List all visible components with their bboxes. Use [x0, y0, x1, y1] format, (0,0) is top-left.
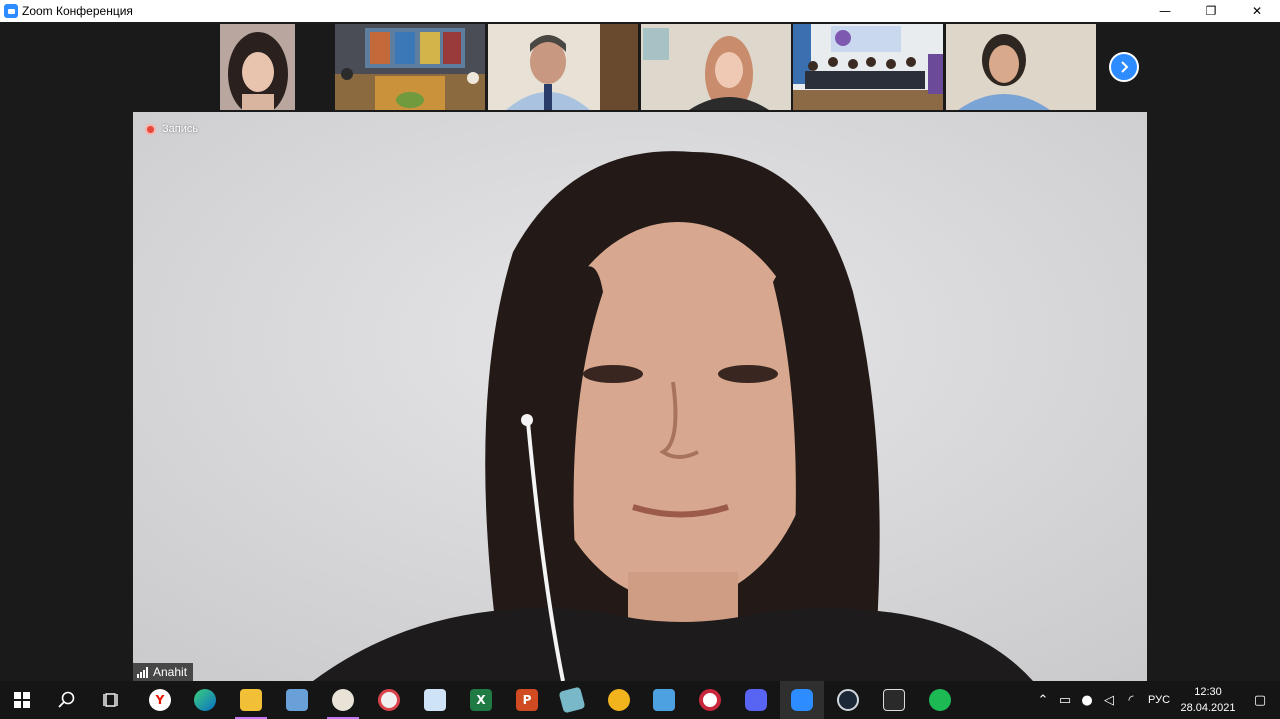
recording-dot-icon: [145, 123, 156, 135]
participant-thumbnail[interactable]: [488, 24, 638, 110]
speaker-name-tag: Anahit: [133, 663, 194, 681]
speaker-video-frame: [133, 112, 1147, 681]
edge-icon[interactable]: [183, 681, 227, 719]
yandex-browser-icon[interactable]: Y: [138, 681, 182, 719]
wifi-icon[interactable]: ◜: [1120, 693, 1142, 708]
clock[interactable]: 12:30 28.04.2021: [1176, 684, 1240, 716]
opera-icon[interactable]: [688, 681, 732, 719]
spotify-icon[interactable]: [918, 681, 962, 719]
notifications-icon[interactable]: ▢: [1240, 693, 1280, 708]
excel-icon[interactable]: X: [459, 681, 503, 719]
recording-label: Запись: [162, 123, 199, 135]
minimize-button[interactable]: —: [1142, 0, 1188, 22]
battery-icon[interactable]: ▭: [1054, 693, 1076, 708]
participant-thumbnail[interactable]: [220, 24, 295, 110]
next-page-button[interactable]: [1109, 52, 1139, 82]
clock-date: 28.04.2021: [1180, 702, 1236, 714]
participant-thumbnail[interactable]: [335, 24, 485, 110]
paint-icon[interactable]: [321, 681, 365, 719]
participants-strip: [183, 24, 1098, 110]
zoom-app-icon: [4, 4, 18, 18]
clock-time: 12:30: [1194, 686, 1222, 698]
participant-thumbnail[interactable]: [793, 24, 943, 110]
speaker-name: Anahit: [153, 665, 188, 679]
steam-icon[interactable]: [826, 681, 870, 719]
window-title: Zoom Конференция: [22, 4, 133, 18]
epic-games-icon[interactable]: [872, 681, 916, 719]
photos-icon[interactable]: [275, 681, 319, 719]
windows-start-icon[interactable]: [0, 681, 44, 719]
stickies-icon[interactable]: [550, 681, 594, 719]
restore-button[interactable]: ❐: [1188, 0, 1234, 22]
volume-icon[interactable]: ◁: [1098, 693, 1120, 708]
active-speaker-video[interactable]: Запись Anahit: [133, 112, 1147, 681]
chevron-right-icon: [1121, 61, 1129, 73]
participant-thumbnail[interactable]: [641, 24, 791, 110]
calculator-icon[interactable]: [642, 681, 686, 719]
title-bar: Zoom Конференция — ❐ ✕: [0, 0, 1280, 22]
signal-strength-icon: [137, 666, 148, 678]
paint-3d-icon[interactable]: [367, 681, 411, 719]
microphone-icon[interactable]: ●: [1076, 693, 1098, 708]
task-view-icon[interactable]: [90, 681, 134, 719]
file-explorer-icon[interactable]: [229, 681, 273, 719]
discord-icon[interactable]: [734, 681, 778, 719]
powerpoint-icon[interactable]: P: [505, 681, 549, 719]
participant-thumbnail[interactable]: [946, 24, 1096, 110]
notepad-icon[interactable]: [413, 681, 457, 719]
window-controls: — ❐ ✕: [1142, 0, 1280, 22]
zoom-icon[interactable]: [780, 681, 824, 719]
input-language[interactable]: РУС: [1142, 694, 1176, 706]
recording-indicator: Запись: [145, 123, 198, 135]
meeting-stage: Запись Anahit: [0, 22, 1280, 681]
search-icon[interactable]: [45, 681, 89, 719]
system-tray: ⌃ ▭ ● ◁ ◜ РУС 12:30 28.04.2021 ▢: [1032, 681, 1280, 719]
chrome-canary-icon[interactable]: [597, 681, 641, 719]
windows-taskbar: Y X P ⌃ ▭ ● ◁ ◜ РУС 12:30 28.04.2021 ▢: [0, 681, 1280, 719]
show-hidden-icons-icon[interactable]: ⌃: [1032, 693, 1054, 708]
close-button[interactable]: ✕: [1234, 0, 1280, 22]
